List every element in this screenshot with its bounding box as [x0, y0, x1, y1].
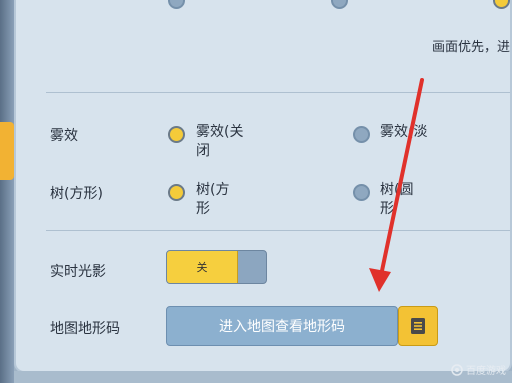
annotation-arrow: [369, 78, 424, 292]
watermark: 百度游戏: [451, 362, 506, 377]
watermark-logo-icon: [451, 363, 463, 376]
watermark-text: 百度游戏: [466, 366, 506, 377]
